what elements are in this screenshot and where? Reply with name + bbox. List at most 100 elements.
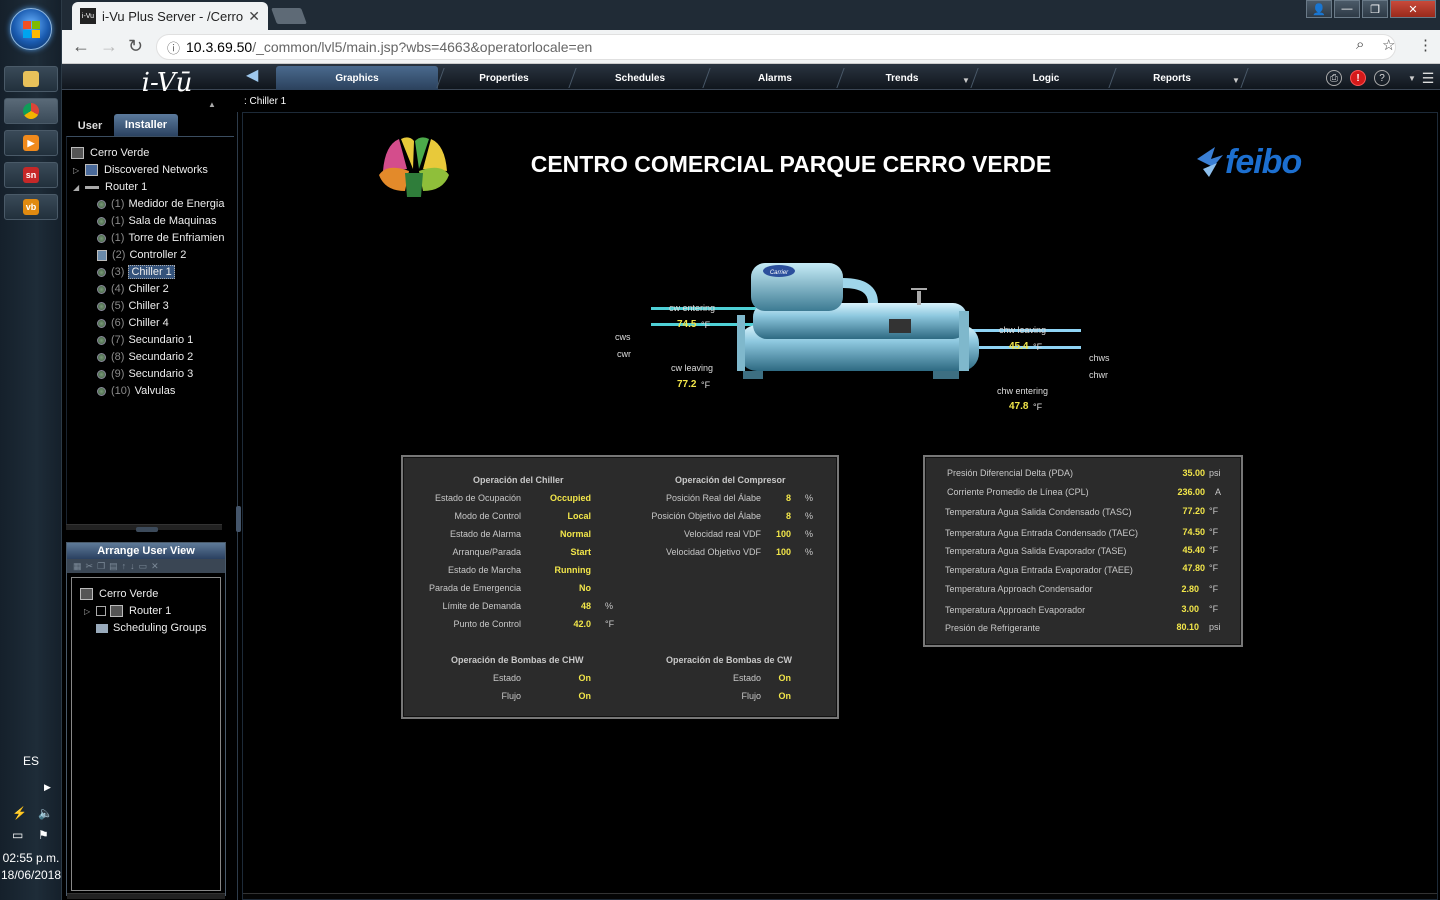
- navigate-back-icon[interactable]: ◀: [246, 68, 262, 84]
- browser-menu-icon[interactable]: ⋮: [1418, 36, 1433, 54]
- close-window-button[interactable]: ✕: [1390, 0, 1436, 18]
- field-value[interactable]: 77.20: [1157, 506, 1205, 516]
- alarm-alert-icon[interactable]: !: [1350, 70, 1366, 86]
- taskbar-vb-app[interactable]: vb: [4, 194, 58, 220]
- arrange-item-scheduling-groups[interactable]: Scheduling Groups: [96, 620, 207, 636]
- field-value[interactable]: 100: [763, 529, 791, 539]
- field-value[interactable]: Occupied: [523, 493, 591, 503]
- reports-dropdown-icon[interactable]: ▼: [1232, 76, 1240, 85]
- minimize-button[interactable]: —: [1334, 0, 1360, 18]
- tree-item-device-selected[interactable]: (3) Chiller 1: [97, 264, 175, 280]
- trends-dropdown-icon[interactable]: ▼: [962, 76, 970, 85]
- logo-caret-icon[interactable]: ▲: [208, 100, 216, 109]
- panel-splitter[interactable]: [68, 526, 234, 534]
- back-icon[interactable]: ←: [72, 36, 90, 57]
- move-down-icon[interactable]: ↓: [130, 561, 135, 571]
- taskbar-sn-app[interactable]: sn: [4, 162, 58, 188]
- language-indicator[interactable]: ES: [0, 754, 62, 768]
- checkbox-icon[interactable]: [96, 606, 106, 616]
- field-value[interactable]: 3.00: [1157, 604, 1199, 614]
- field-value[interactable]: On: [523, 691, 592, 701]
- browser-tab[interactable]: i-Vu i-Vu Plus Server - /Cerro ✕: [72, 2, 268, 30]
- taskbar-file-explorer[interactable]: [4, 66, 58, 92]
- field-value[interactable]: On: [763, 673, 792, 683]
- field-value[interactable]: No: [523, 583, 591, 593]
- field-value[interactable]: 47.80: [1157, 563, 1205, 573]
- field-value[interactable]: 35.00: [1157, 468, 1205, 478]
- tree-item-device[interactable]: (9) Secundario 3: [97, 366, 193, 382]
- maximize-button[interactable]: ❐: [1362, 0, 1388, 18]
- tab-schedules[interactable]: Schedules: [580, 66, 700, 90]
- tree-item-device[interactable]: (1) Sala de Maquinas: [97, 213, 217, 229]
- field-value[interactable]: 2.80: [1157, 584, 1199, 594]
- tree-item-device[interactable]: (1) Torre de Enfriamien: [97, 230, 224, 246]
- collapse-icon[interactable]: ◢: [73, 183, 81, 192]
- cut-icon[interactable]: ✂: [86, 561, 94, 572]
- field-value[interactable]: 236.00: [1157, 487, 1205, 497]
- more-dropdown-icon[interactable]: ▼: [1408, 74, 1416, 83]
- new-icon[interactable]: ▦: [73, 561, 82, 572]
- tree-item-device[interactable]: (5) Chiller 3: [97, 298, 169, 314]
- field-value[interactable]: 8: [763, 511, 791, 521]
- tree-item-device[interactable]: (6) Chiller 4: [97, 315, 169, 331]
- power-icon[interactable]: ⚡: [12, 806, 27, 820]
- clock-time[interactable]: 02:55 p.m.: [0, 851, 62, 865]
- address-bar[interactable]: ⓘ 10.3.69.50/_common/lvl5/main.jsp?wbs=4…: [156, 34, 1396, 60]
- tree-item-discovered-networks[interactable]: ▷ Discovered Networks: [73, 162, 208, 178]
- tab-installer[interactable]: Installer: [114, 114, 178, 136]
- field-value[interactable]: 100: [763, 547, 791, 557]
- main-horizontal-scrollbar[interactable]: [243, 893, 1437, 899]
- tab-user[interactable]: User: [68, 116, 112, 136]
- reload-icon[interactable]: ↻: [128, 36, 143, 57]
- field-value[interactable]: 80.10: [1157, 622, 1199, 632]
- tab-logic[interactable]: Logic: [982, 66, 1110, 90]
- field-value[interactable]: Local: [523, 511, 591, 521]
- tab-reports[interactable]: Reports: [1114, 66, 1230, 90]
- tab-graphics[interactable]: Graphics: [276, 66, 438, 90]
- tree-item-device[interactable]: (4) Chiller 2: [97, 281, 169, 297]
- paste-icon[interactable]: ▤: [109, 561, 118, 572]
- help-icon[interactable]: ?: [1374, 70, 1390, 86]
- tree-item-device[interactable]: (10) Valvulas: [97, 383, 175, 399]
- rename-icon[interactable]: ▭: [139, 561, 148, 572]
- volume-icon[interactable]: 🔈: [38, 806, 53, 820]
- tree-item-device[interactable]: (1) Medidor de Energia: [97, 196, 224, 212]
- bookmark-star-icon[interactable]: ☆: [1382, 36, 1395, 54]
- tree-item-device[interactable]: (7) Secundario 1: [97, 332, 193, 348]
- expand-icon[interactable]: ▷: [84, 607, 92, 616]
- arrange-horizontal-scrollbar[interactable]: [67, 893, 225, 899]
- tab-alarms[interactable]: Alarms: [714, 66, 836, 90]
- clock-date[interactable]: 18/06/2018: [0, 868, 62, 882]
- tab-properties[interactable]: Properties: [444, 66, 564, 90]
- expand-icon[interactable]: ▷: [73, 166, 81, 175]
- field-value[interactable]: 8: [763, 493, 791, 503]
- panel-collapse-handle[interactable]: [236, 506, 241, 532]
- tree-item-device[interactable]: (2) Controller 2: [97, 247, 186, 263]
- print-icon[interactable]: ⎙: [1326, 70, 1342, 86]
- tray-expand-icon[interactable]: ▶: [44, 782, 51, 793]
- taskbar-chrome[interactable]: [4, 98, 58, 124]
- field-value[interactable]: Normal: [523, 529, 591, 539]
- hamburger-menu-icon[interactable]: ☰: [1420, 70, 1436, 86]
- info-icon[interactable]: ⓘ: [167, 38, 180, 57]
- zoom-search-icon[interactable]: ⌕: [1356, 36, 1364, 53]
- forward-icon[interactable]: →: [100, 36, 118, 57]
- field-value[interactable]: 45.40: [1157, 545, 1205, 555]
- flag-icon[interactable]: ⚑: [38, 828, 49, 842]
- network-icon[interactable]: ▭: [12, 828, 23, 842]
- tree-item-root[interactable]: Cerro Verde: [71, 145, 149, 161]
- field-value[interactable]: Start: [523, 547, 591, 557]
- tab-close-icon[interactable]: ✕: [248, 8, 260, 25]
- arrange-item-root[interactable]: Cerro Verde: [80, 586, 158, 602]
- tree-item-router[interactable]: ◢ Router 1: [73, 179, 147, 195]
- move-up-icon[interactable]: ↑: [122, 561, 127, 571]
- arrange-item-router[interactable]: ▷ Router 1: [84, 603, 171, 619]
- tree-item-device[interactable]: (8) Secundario 2: [97, 349, 193, 365]
- field-value[interactable]: 42.0: [523, 619, 591, 629]
- field-value[interactable]: Running: [523, 565, 592, 575]
- field-value[interactable]: 48: [523, 601, 591, 611]
- profile-button[interactable]: 👤: [1306, 0, 1332, 18]
- field-value[interactable]: On: [763, 691, 792, 701]
- field-value[interactable]: 74.50: [1157, 527, 1205, 537]
- delete-icon[interactable]: ✕: [151, 561, 159, 572]
